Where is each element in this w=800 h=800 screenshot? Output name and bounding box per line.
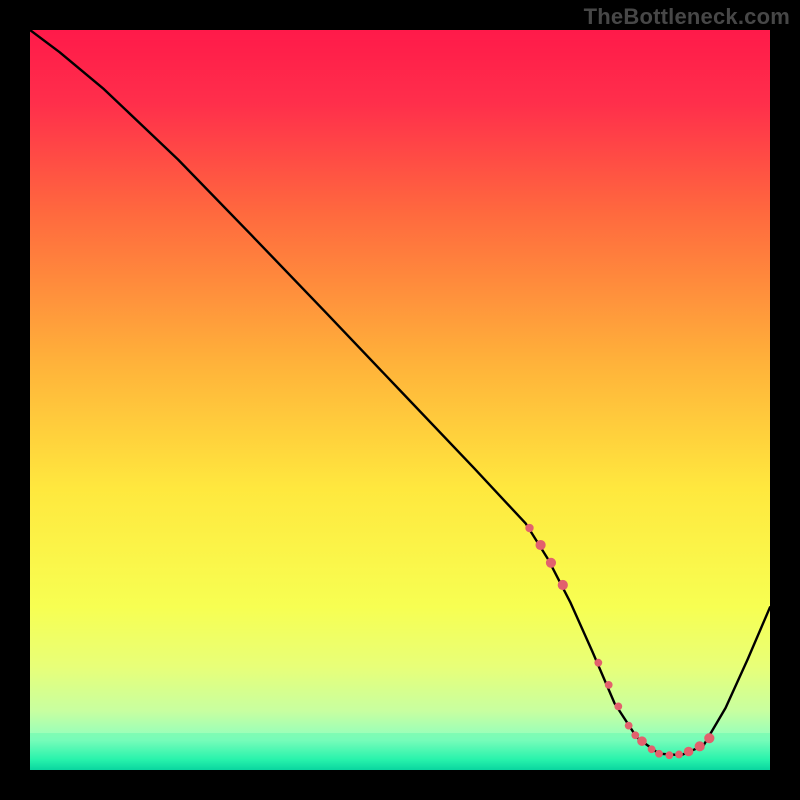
marker-dot: [625, 722, 633, 730]
marker-dot: [536, 540, 546, 550]
marker-dot: [648, 745, 656, 753]
marker-dot: [594, 659, 602, 667]
chart-container: TheBottleneck.com: [0, 0, 800, 800]
marker-dot: [558, 580, 568, 590]
marker-dot: [631, 731, 639, 739]
marker-dot: [675, 751, 683, 759]
chart-plot-area: [30, 30, 770, 770]
marker-dot: [525, 524, 533, 532]
marker-dot: [655, 750, 663, 758]
marker-dot: [614, 702, 622, 710]
marker-dot: [605, 681, 613, 689]
chart-gradient-bg: [30, 30, 770, 770]
marker-dot: [704, 733, 714, 743]
marker-dot: [695, 741, 705, 751]
marker-dot: [665, 751, 673, 759]
marker-dot: [546, 558, 556, 568]
marker-dot: [637, 736, 647, 746]
chart-svg: [30, 30, 770, 770]
watermark-text: TheBottleneck.com: [584, 4, 790, 30]
marker-dot: [684, 747, 694, 757]
